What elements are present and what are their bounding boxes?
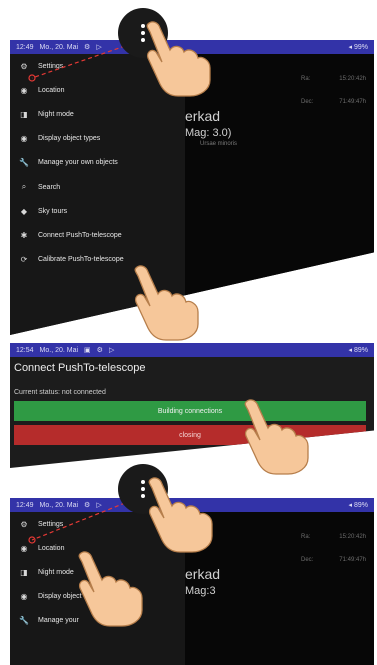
pointing-hand-icon [146,21,211,97]
pointing-hand-icon [78,551,143,627]
pointing-hand-icon [244,399,309,475]
pointer-line [31,45,126,79]
pointing-hand-icon [148,477,213,553]
pointing-hand-icon [134,265,199,341]
pointer-line [31,502,126,541]
